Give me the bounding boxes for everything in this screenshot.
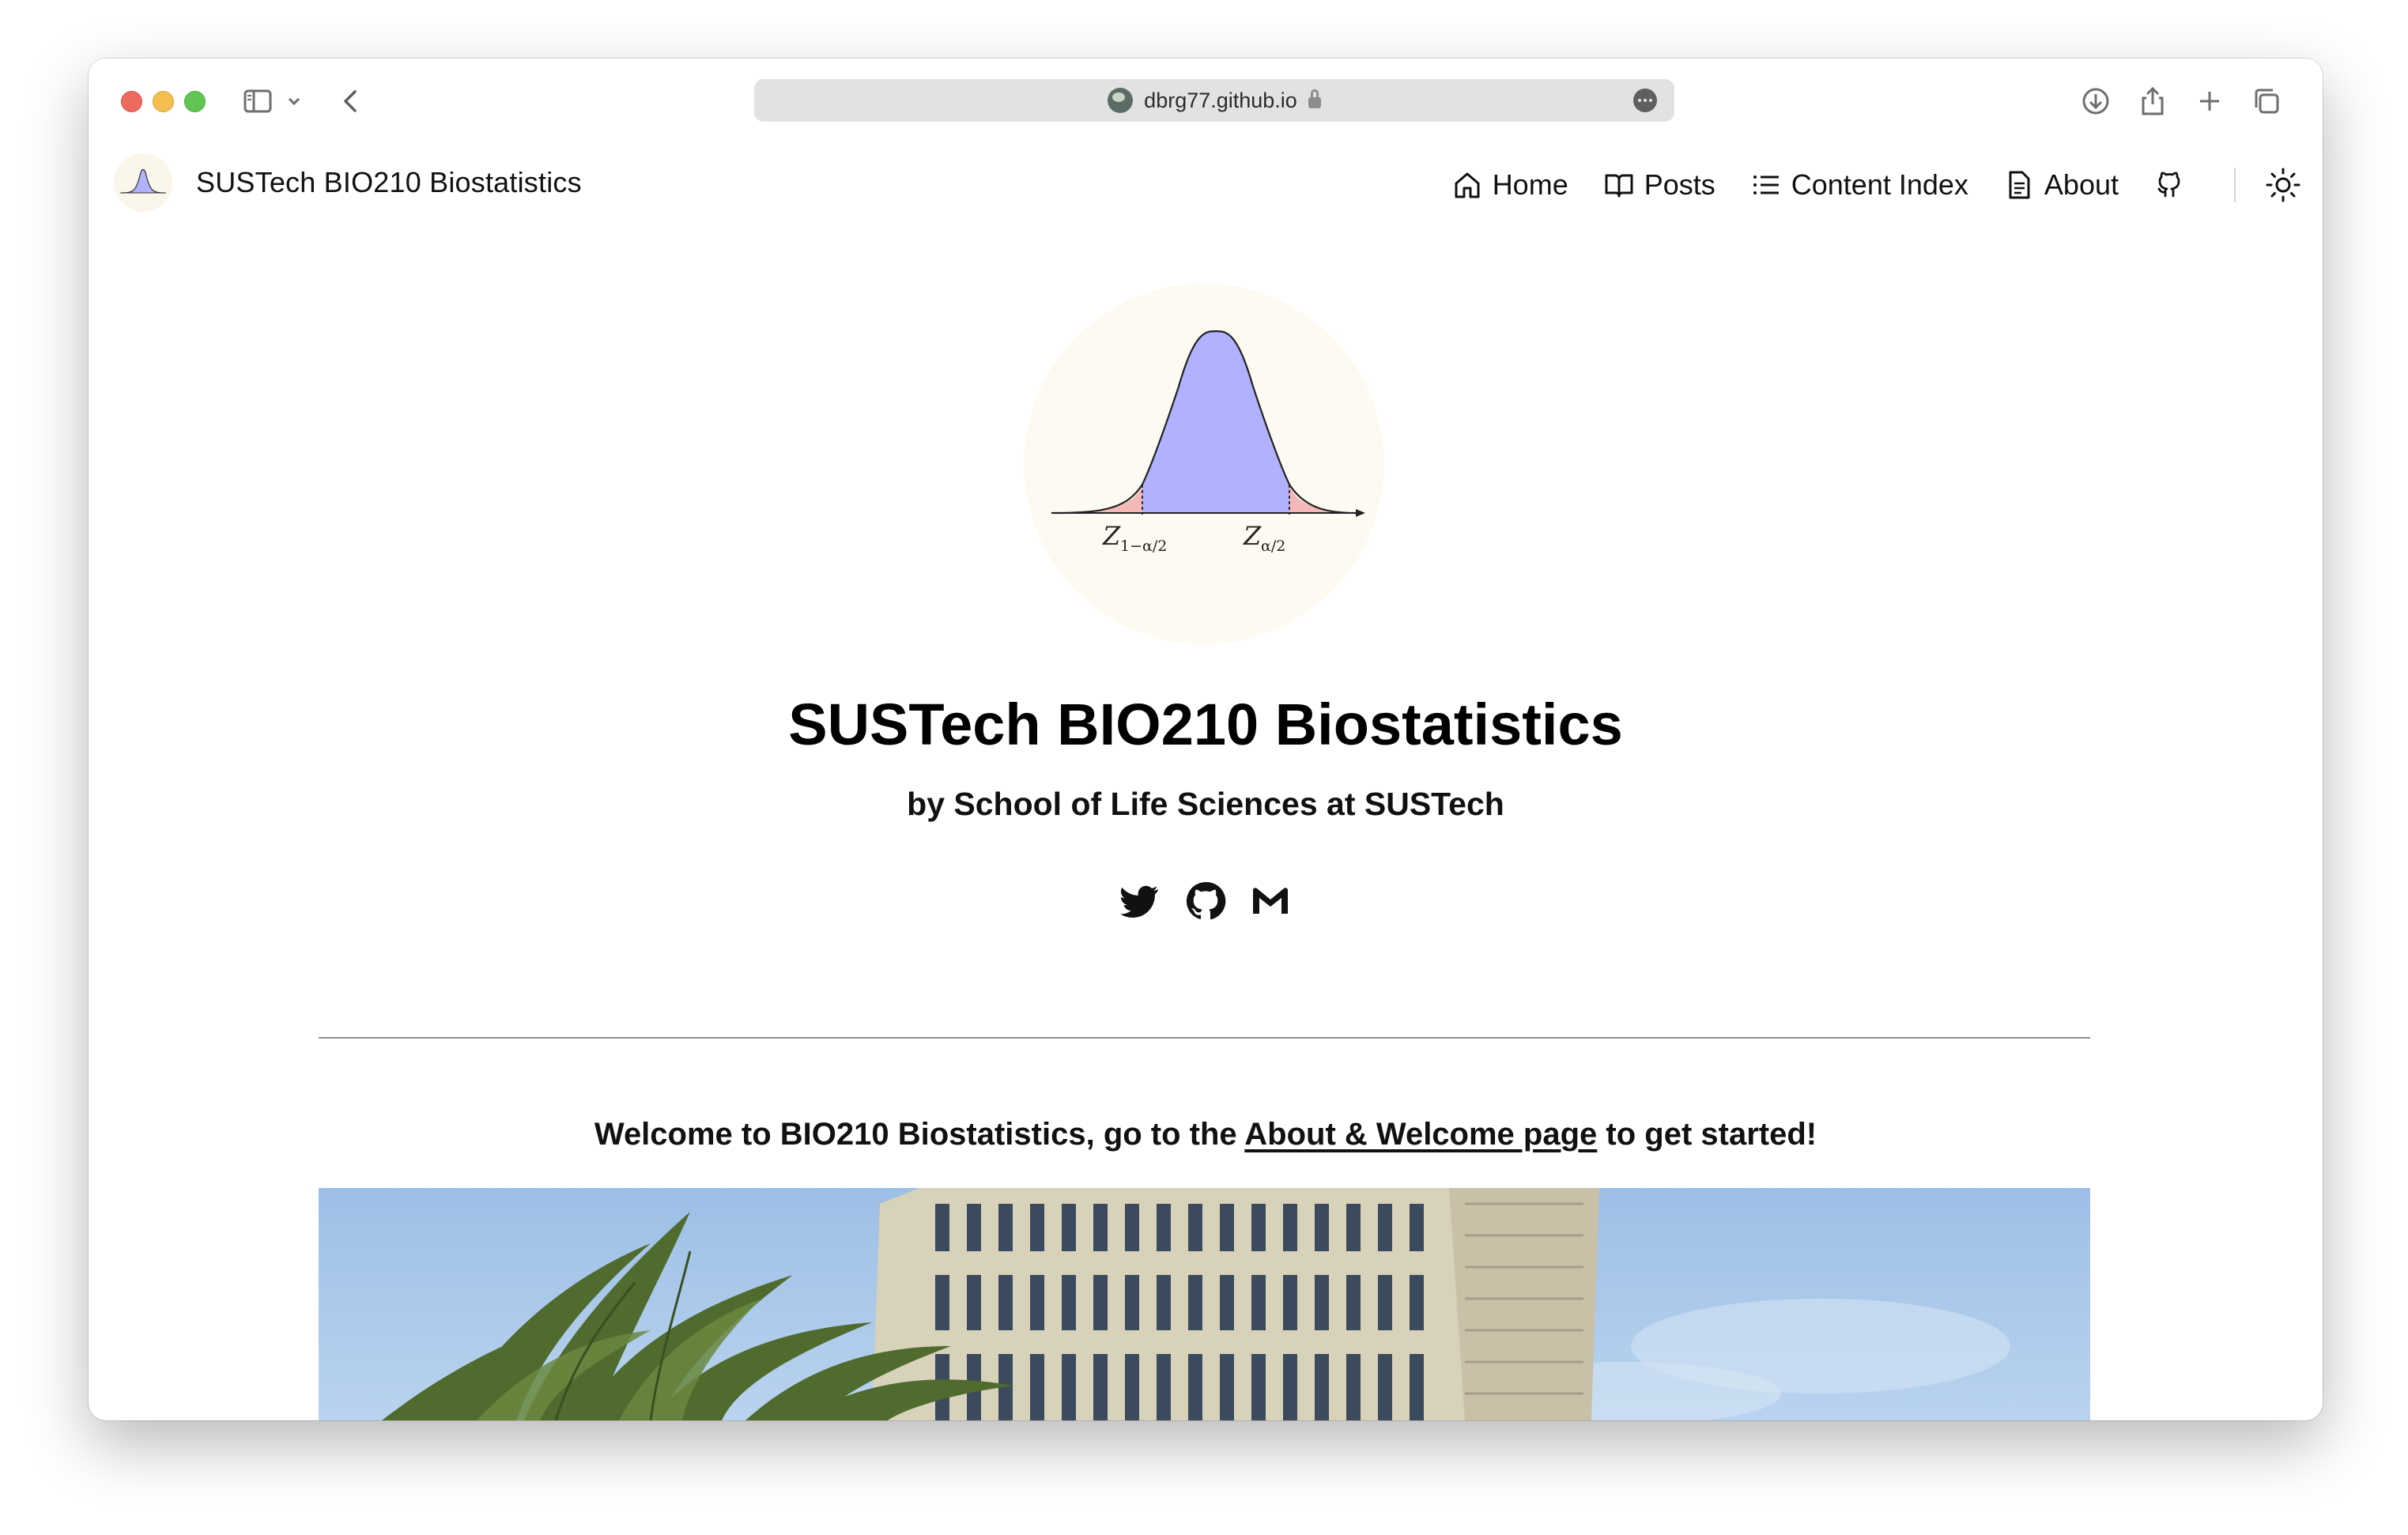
book-icon [1605, 174, 1633, 198]
address-text: dbrg77.github.io [1144, 88, 1297, 112]
share-icon[interactable] [2137, 85, 2168, 117]
browser-toolbar: dbrg77.github.io [89, 58, 2323, 141]
sidebar-toggle-icon[interactable] [242, 85, 274, 117]
github-icon [2157, 172, 2180, 198]
upper-critical-subscript: α/2 [1261, 537, 1285, 555]
address-bar[interactable]: dbrg77.github.io [754, 79, 1674, 122]
site-header: SUSTech BIO210 Biostatistics Home Posts … [89, 141, 2323, 236]
browser-window: dbrg77.github.io SUSTech BIO210 Biostati… [89, 58, 2323, 1420]
upper-critical-label: Z [1243, 521, 1262, 551]
lower-critical-label: Z [1102, 521, 1121, 551]
site-title[interactable]: SUSTech BIO210 Biostatistics [196, 166, 582, 199]
tab-overview-icon[interactable] [2251, 85, 2282, 117]
campus-photo [319, 1188, 2090, 1420]
nav-separator [2234, 168, 2236, 202]
more-options-icon[interactable] [1633, 89, 1657, 112]
about-welcome-link[interactable]: About & Welcome page [1244, 1117, 1597, 1152]
nav-about[interactable]: About [2003, 168, 2119, 202]
back-arrow-icon[interactable] [335, 85, 367, 117]
welcome-prefix: Welcome to BIO210 Biostatistics, go to t… [594, 1117, 1245, 1152]
zoom-window-button[interactable] [184, 91, 206, 112]
chevron-down-icon[interactable] [286, 85, 302, 117]
nav-posts-label: Posts [1644, 168, 1715, 201]
sun-icon [2266, 168, 2300, 202]
list-icon [1753, 175, 1779, 194]
welcome-message: Welcome to BIO210 Biostatistics, go to t… [89, 1117, 2323, 1152]
nav-github[interactable] [2153, 169, 2195, 201]
github-icon[interactable] [1185, 881, 1226, 922]
nav-home[interactable]: Home [1451, 168, 1568, 202]
close-window-button[interactable] [121, 91, 142, 112]
page-title: SUSTech BIO210 Biostatistics [788, 692, 1623, 757]
social-links [89, 881, 2323, 922]
nav-home-label: Home [1492, 168, 1568, 201]
new-tab-icon[interactable] [2194, 85, 2225, 117]
twitter-icon[interactable] [1120, 881, 1161, 922]
gmail-icon[interactable] [1250, 881, 1291, 922]
page-subtitle: by School of Life Sciences at SUSTech [907, 786, 1504, 822]
lock-icon [1308, 89, 1321, 108]
nav-posts[interactable]: Posts [1603, 168, 1715, 202]
lower-critical-subscript: 1−α/2 [1120, 537, 1167, 555]
document-icon [2009, 171, 2030, 199]
site-favicon [1108, 88, 1134, 113]
download-icon[interactable] [2080, 85, 2112, 117]
theme-toggle-button[interactable] [2264, 166, 2302, 204]
nav-content-index-label: Content Index [1791, 168, 1968, 201]
site-logo[interactable] [114, 153, 172, 212]
nav-about-label: About [2044, 168, 2119, 201]
welcome-suffix: to get started! [1597, 1117, 1817, 1152]
section-divider [319, 1037, 2090, 1039]
profile-avatar: Z 1−α/2 Z α/2 [1024, 284, 1384, 644]
main-nav: Home Posts Content Index About [1417, 161, 2323, 209]
minimize-window-button[interactable] [153, 91, 174, 112]
nav-content-index[interactable]: Content Index [1750, 168, 1968, 202]
home-icon [1455, 172, 1480, 198]
